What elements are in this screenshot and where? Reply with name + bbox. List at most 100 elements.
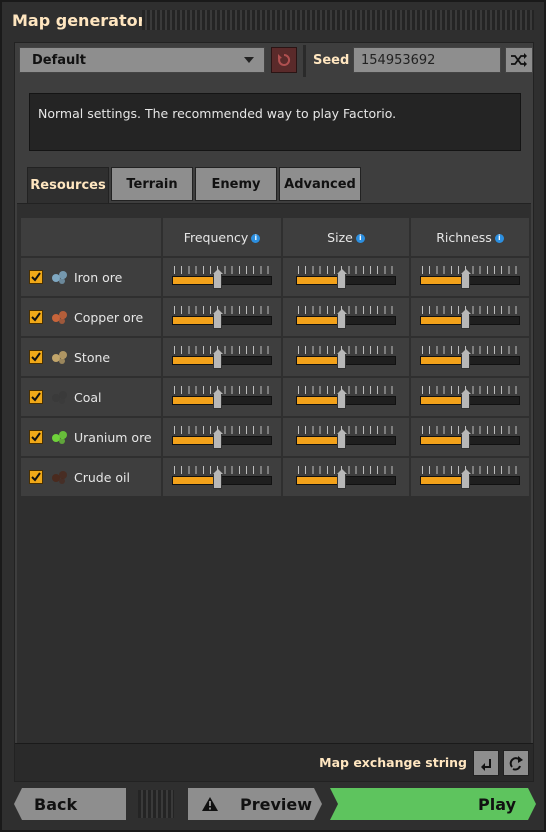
slider-fill (421, 357, 466, 364)
drag-handle[interactable] (142, 10, 534, 30)
slider-fill (173, 477, 218, 484)
slider-knob[interactable] (213, 389, 224, 409)
slider-knob[interactable] (461, 389, 472, 409)
richness-slider[interactable] (420, 304, 520, 330)
slider-knob[interactable] (461, 429, 472, 449)
richness-slider[interactable] (420, 344, 520, 370)
seed-input[interactable]: 154953692 (353, 47, 501, 73)
slider-fill (297, 437, 342, 444)
size-slider[interactable] (296, 304, 396, 330)
size-slider[interactable] (296, 264, 396, 290)
info-icon[interactable]: i (251, 233, 261, 243)
randomize-seed-button[interactable] (505, 47, 533, 73)
slider-knob[interactable] (213, 469, 224, 489)
import-string-button[interactable] (473, 750, 499, 776)
frequency-slider[interactable] (172, 304, 272, 330)
size-slider[interactable] (296, 344, 396, 370)
import-icon (481, 759, 491, 771)
warning-icon (202, 797, 218, 811)
slider-cell (283, 298, 409, 336)
resource-enabled-checkbox[interactable] (29, 270, 43, 284)
slider-cell (163, 338, 281, 376)
slider-fill (421, 437, 466, 444)
tab-advanced[interactable]: Advanced (279, 167, 361, 201)
slider-knob[interactable] (337, 469, 348, 489)
info-icon[interactable]: i (355, 233, 365, 243)
tab-enemy[interactable]: Enemy (195, 167, 277, 201)
richness-slider[interactable] (420, 464, 520, 490)
resource-enabled-checkbox[interactable] (29, 470, 43, 484)
resources-panel: Frequency i Size i Richness i Iron ore Coppe… (17, 203, 531, 743)
footer: Back Preview Play (14, 788, 536, 820)
resource-name-wrap: Copper ore (21, 298, 161, 336)
map-exchange-bar: Map exchange string (15, 743, 533, 781)
resource-enabled-checkbox[interactable] (29, 350, 43, 364)
slider-track (296, 309, 396, 329)
slider-knob[interactable] (213, 429, 224, 449)
slider-fill (421, 397, 466, 404)
resource-name-wrap: Crude oil (21, 458, 161, 496)
preview-button[interactable]: Preview (188, 788, 322, 820)
richness-slider[interactable] (420, 264, 520, 290)
slider-cell (283, 258, 409, 296)
tab-terrain[interactable]: Terrain (111, 167, 193, 201)
resource-enabled-checkbox[interactable] (29, 430, 43, 444)
slider-track (420, 389, 520, 409)
frequency-slider[interactable] (172, 384, 272, 410)
richness-slider[interactable] (420, 384, 520, 410)
table-row: Stone (21, 338, 529, 376)
slider-knob[interactable] (213, 309, 224, 329)
frequency-slider[interactable] (172, 264, 272, 290)
slider-knob[interactable] (337, 309, 348, 329)
tab-resources[interactable]: Resources (27, 167, 109, 203)
back-button[interactable]: Back (14, 788, 126, 820)
tab-label: Advanced (284, 176, 356, 192)
slider-knob[interactable] (461, 349, 472, 369)
preview-label: Preview (240, 794, 313, 814)
info-icon[interactable]: i (494, 233, 504, 243)
frequency-slider[interactable] (172, 464, 272, 490)
resource-name-cell: Coal (21, 378, 161, 416)
titlebar: Map generator (2, 2, 544, 38)
richness-slider[interactable] (420, 424, 520, 450)
slider-fill (297, 357, 342, 364)
reset-button[interactable] (271, 47, 297, 73)
table-row: Coal (21, 378, 529, 416)
slider-fill (421, 477, 466, 484)
export-string-button[interactable] (503, 750, 529, 776)
slider-track (420, 349, 520, 369)
resource-name-cell: Uranium ore (21, 418, 161, 456)
size-slider[interactable] (296, 424, 396, 450)
header-label: Richness (436, 229, 492, 245)
coal-icon (52, 391, 67, 404)
frequency-slider[interactable] (172, 424, 272, 450)
preset-dropdown[interactable]: Default (19, 47, 265, 73)
slider-knob[interactable] (337, 269, 348, 289)
size-slider[interactable] (296, 384, 396, 410)
slider-knob[interactable] (213, 269, 224, 289)
preset-seed-row: Default Seed 154953692 (17, 45, 533, 77)
slider-fill (173, 437, 218, 444)
slider-cell (411, 338, 529, 376)
slider-cell (163, 378, 281, 416)
resource-name: Copper ore (74, 309, 144, 325)
play-button[interactable]: Play (330, 788, 536, 820)
slider-knob[interactable] (337, 429, 348, 449)
frequency-slider[interactable] (172, 344, 272, 370)
slider-knob[interactable] (461, 269, 472, 289)
slider-knob[interactable] (213, 349, 224, 369)
header-richness: Richness i (411, 218, 529, 256)
slider-track (172, 309, 272, 329)
resources-table: Frequency i Size i Richness i Iron ore Coppe… (19, 216, 531, 498)
slider-knob[interactable] (337, 389, 348, 409)
slider-knob[interactable] (337, 349, 348, 369)
table-header-row: Frequency i Size i Richness i (21, 218, 529, 256)
slider-knob[interactable] (461, 309, 472, 329)
resource-enabled-checkbox[interactable] (29, 310, 43, 324)
slider-knob[interactable] (461, 469, 472, 489)
table-row: Iron ore (21, 258, 529, 296)
resource-enabled-checkbox[interactable] (29, 390, 43, 404)
slider-fill (297, 317, 342, 324)
size-slider[interactable] (296, 464, 396, 490)
tab-label: Enemy (211, 176, 261, 192)
